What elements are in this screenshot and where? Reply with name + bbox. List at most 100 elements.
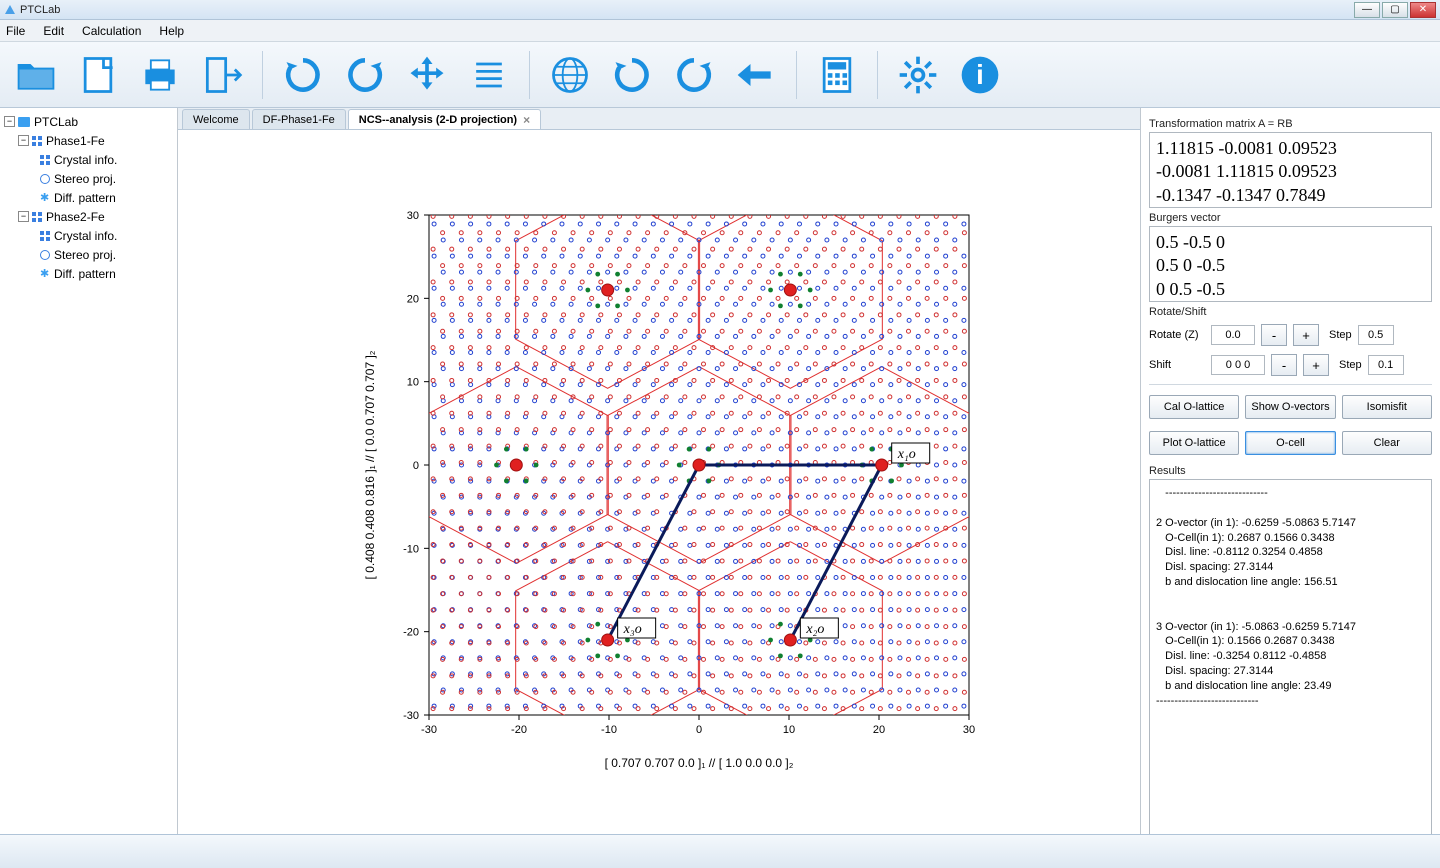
svg-text:-20: -20 xyxy=(511,724,527,736)
svg-text:i: i xyxy=(976,59,984,90)
list-icon[interactable] xyxy=(463,51,515,99)
shift-minus-button[interactable]: - xyxy=(1271,354,1297,376)
isomisfit-button[interactable]: Isomisfit xyxy=(1342,395,1432,419)
rotate-cw-icon[interactable] xyxy=(277,51,329,99)
svg-text:20: 20 xyxy=(873,724,885,736)
pan-icon[interactable] xyxy=(401,51,453,99)
rotate-z-label: Rotate (Z) xyxy=(1149,329,1205,341)
main-toolbar: i xyxy=(0,42,1440,108)
star-icon: ✱ xyxy=(40,269,50,279)
menu-edit[interactable]: Edit xyxy=(43,24,64,38)
transform-matrix-box[interactable]: 1.11815 -0.0081 0.09523 -0.0081 1.11815 … xyxy=(1149,132,1432,208)
analysis-panel: Transformation matrix A = RB 1.11815 -0.… xyxy=(1140,108,1440,868)
tree-phase2[interactable]: −Phase2-Fe xyxy=(0,207,177,226)
tab-welcome[interactable]: Welcome xyxy=(182,109,250,129)
svg-text:20: 20 xyxy=(407,293,419,305)
cal-o-lattice-button[interactable]: Cal O-lattice xyxy=(1149,395,1239,419)
shift-step-label: Step xyxy=(1339,359,1362,371)
svg-text:-10: -10 xyxy=(403,543,419,555)
folder-icon xyxy=(18,117,30,127)
svg-text:0: 0 xyxy=(696,724,702,736)
tab-close-icon[interactable]: × xyxy=(523,113,530,127)
minimize-button[interactable]: — xyxy=(1354,2,1380,18)
svg-text:-30: -30 xyxy=(403,710,419,722)
star-icon: ✱ xyxy=(40,193,50,203)
globe-icon xyxy=(40,250,50,260)
rotate-ccw-2-icon[interactable] xyxy=(668,51,720,99)
svg-text:-20: -20 xyxy=(403,627,419,639)
project-tree[interactable]: −PTCLab −Phase1-Fe Crystal info. Stereo … xyxy=(0,108,178,868)
tree-diff-pattern[interactable]: ✱Diff. pattern xyxy=(0,188,177,207)
results-textbox[interactable]: ---------------------------- 2 O-vector … xyxy=(1149,479,1432,862)
plot-canvas[interactable]: -30 -20 -10 0 10 20 30 -30 -20 -10 0 10 20 30 [ 0.707 … xyxy=(178,130,1140,840)
window-title: PTCLab xyxy=(20,4,1354,16)
clear-button[interactable]: Clear xyxy=(1342,431,1432,455)
tab-ncs-analysis[interactable]: NCS--analysis (2-D projection)× xyxy=(348,109,541,129)
tree-root[interactable]: −PTCLab xyxy=(0,112,177,131)
shift-label: Shift xyxy=(1149,359,1205,371)
globe-icon[interactable] xyxy=(544,51,596,99)
svg-text:x₁o: x₁o xyxy=(897,447,916,462)
tree-stereo-proj[interactable]: Stereo proj. xyxy=(0,169,177,188)
info-icon[interactable]: i xyxy=(954,51,1006,99)
editor-tabbar: Welcome DF-Phase1-Fe NCS--analysis (2-D … xyxy=(178,108,1140,130)
rotate-z-input[interactable] xyxy=(1211,325,1255,345)
burgers-label: Burgers vector xyxy=(1149,212,1432,224)
phase-icon xyxy=(32,136,42,146)
rotate-step-label: Step xyxy=(1329,329,1352,341)
svg-text:0: 0 xyxy=(413,460,419,472)
burgers-vector-box[interactable]: 0.5 -0.5 0 0.5 0 -0.5 0 0.5 -0.5 xyxy=(1149,226,1432,302)
svg-text:[ 0.707 0.707 0.0 ]₁ // [ 1.0: [ 0.707 0.707 0.0 ]₁ // [ 1.0 0.0 0.0 ]₂ xyxy=(605,756,794,770)
menu-help[interactable]: Help xyxy=(159,24,184,38)
rotate-cw-2-icon[interactable] xyxy=(606,51,658,99)
rotate-step-input[interactable] xyxy=(1358,325,1394,345)
window-buttons: — ▢ ✕ xyxy=(1354,2,1436,18)
exit-icon[interactable] xyxy=(196,51,248,99)
menu-file[interactable]: File xyxy=(6,24,25,38)
tree-diff-pattern[interactable]: ✱Diff. pattern xyxy=(0,264,177,283)
svg-text:10: 10 xyxy=(407,377,419,389)
rotate-minus-button[interactable]: - xyxy=(1261,324,1287,346)
maximize-button[interactable]: ▢ xyxy=(1382,2,1408,18)
shift-step-input[interactable] xyxy=(1368,355,1404,375)
back-icon[interactable] xyxy=(730,51,782,99)
rotate-plus-button[interactable]: + xyxy=(1293,324,1319,346)
print-icon[interactable] xyxy=(134,51,186,99)
svg-text:x₃o: x₃o xyxy=(623,622,642,637)
menu-bar: File Edit Calculation Help xyxy=(0,20,1440,42)
svg-text:30: 30 xyxy=(407,210,419,222)
grid-icon xyxy=(40,231,50,241)
shift-plus-button[interactable]: + xyxy=(1303,354,1329,376)
phase-icon xyxy=(32,212,42,222)
tree-crystal-info[interactable]: Crystal info. xyxy=(0,226,177,245)
settings-icon[interactable] xyxy=(892,51,944,99)
tree-stereo-proj[interactable]: Stereo proj. xyxy=(0,245,177,264)
show-o-vectors-button[interactable]: Show O-vectors xyxy=(1245,395,1335,419)
tab-df-phase1[interactable]: DF-Phase1-Fe xyxy=(252,109,346,129)
svg-text:[ 0.408 0.408 0.816 ]₁ // [ 0.: [ 0.408 0.408 0.816 ]₁ // [ 0.0 0.707 0.… xyxy=(363,350,377,579)
results-label: Results xyxy=(1149,465,1432,477)
transform-label: Transformation matrix A = RB xyxy=(1149,118,1432,130)
calculator-icon[interactable] xyxy=(811,51,863,99)
rotate-shift-label: Rotate/Shift xyxy=(1149,306,1432,318)
plot-o-lattice-button[interactable]: Plot O-lattice xyxy=(1149,431,1239,455)
open-icon[interactable] xyxy=(10,51,62,99)
svg-text:-30: -30 xyxy=(421,724,437,736)
close-button[interactable]: ✕ xyxy=(1410,2,1436,18)
svg-text:x₂o: x₂o xyxy=(805,622,824,637)
tree-crystal-info[interactable]: Crystal info. xyxy=(0,150,177,169)
svg-text:-10: -10 xyxy=(601,724,617,736)
window-titlebar: PTCLab — ▢ ✕ xyxy=(0,0,1440,20)
grid-icon xyxy=(40,155,50,165)
globe-icon xyxy=(40,174,50,184)
svg-text:30: 30 xyxy=(963,724,975,736)
app-logo-icon xyxy=(4,4,16,16)
svg-text:10: 10 xyxy=(783,724,795,736)
shift-input[interactable] xyxy=(1211,355,1265,375)
os-taskbar xyxy=(0,834,1440,868)
o-cell-button[interactable]: O-cell xyxy=(1245,431,1335,455)
new-document-icon[interactable] xyxy=(72,51,124,99)
menu-calculation[interactable]: Calculation xyxy=(82,24,141,38)
rotate-ccw-icon[interactable] xyxy=(339,51,391,99)
tree-phase1[interactable]: −Phase1-Fe xyxy=(0,131,177,150)
